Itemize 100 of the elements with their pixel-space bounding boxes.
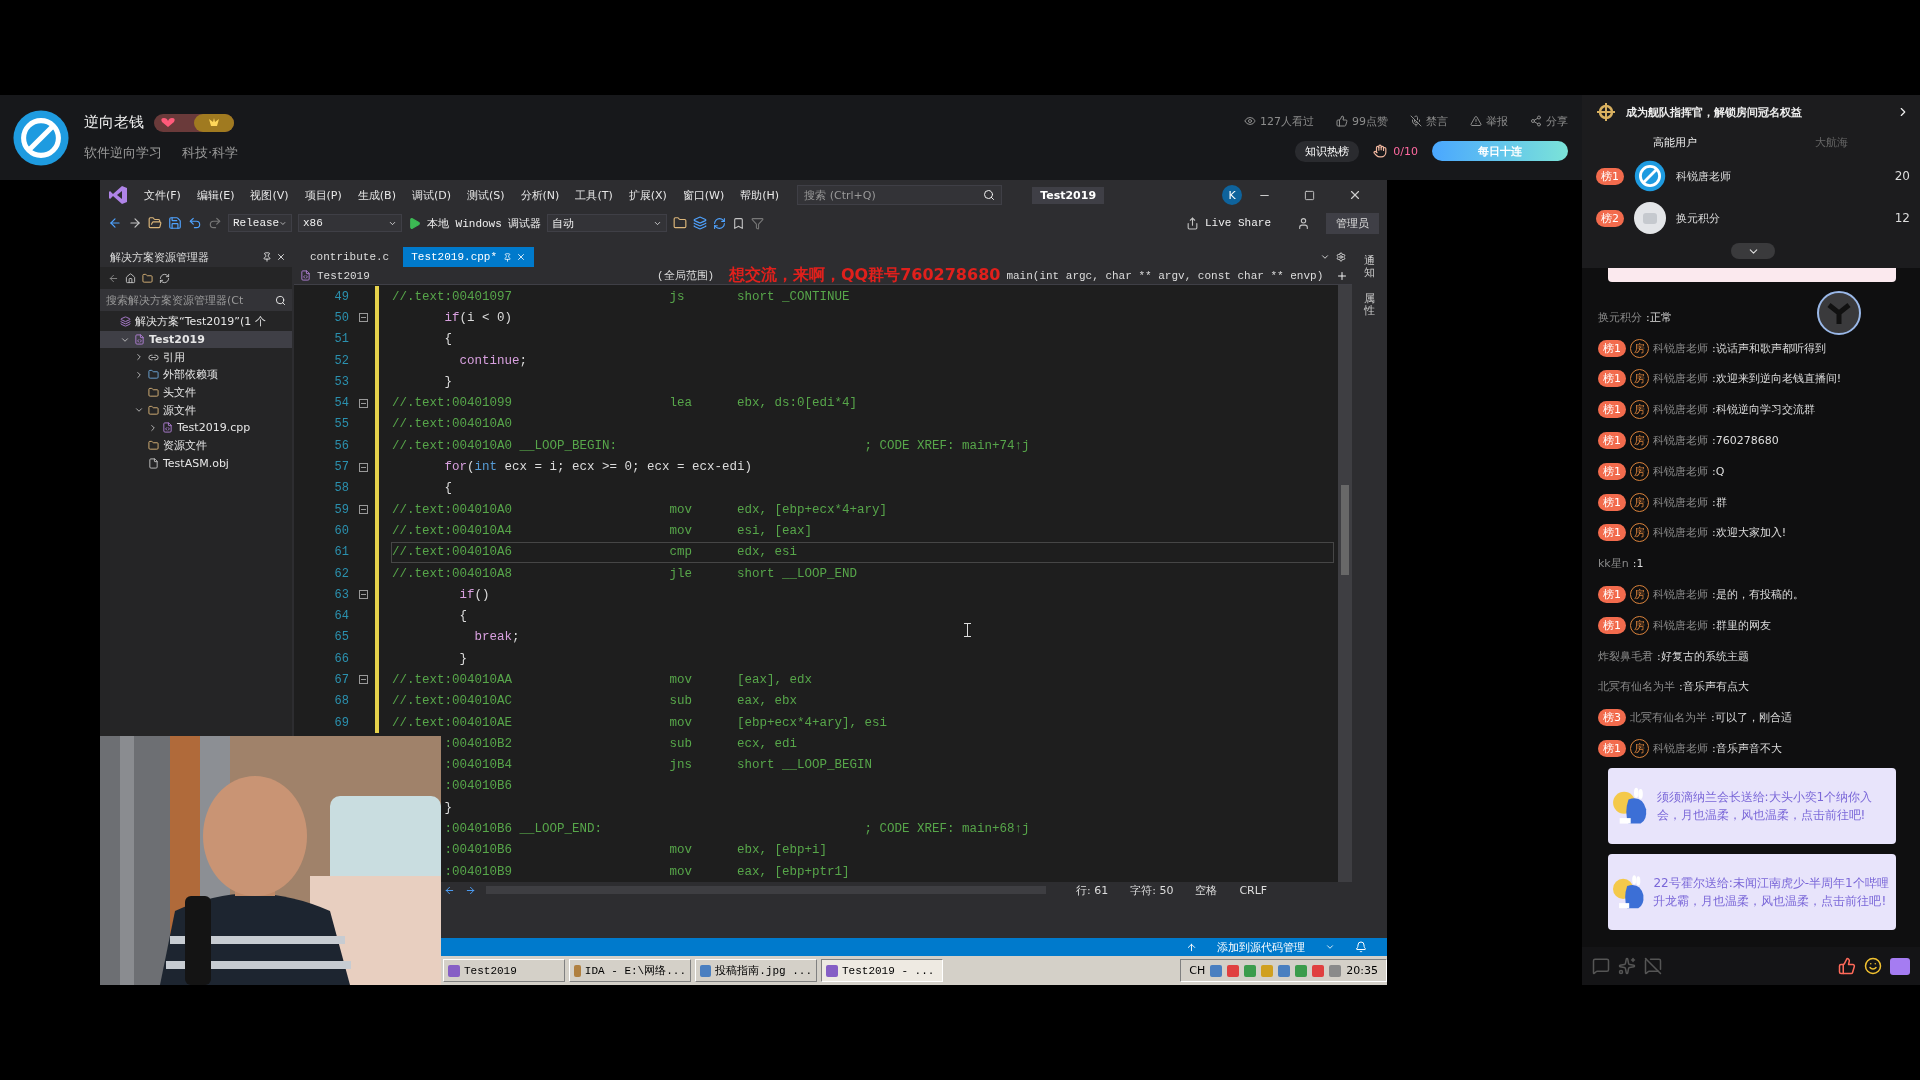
user-name[interactable]: 科锐唐老师 — [1676, 168, 1885, 184]
category-link[interactable]: 软件逆向学习 — [84, 144, 162, 162]
user-name[interactable]: 科锐唐老师 — [1653, 741, 1708, 757]
tray-icon[interactable] — [1210, 964, 1223, 977]
home-icon[interactable] — [125, 272, 136, 284]
fold-icon[interactable] — [359, 675, 368, 685]
fleet-banner[interactable]: 成为舰队指挥官，解锁房间冠名权益 — [1626, 104, 1886, 120]
user-name[interactable]: kk星n — [1598, 556, 1629, 572]
share-icon[interactable] — [1186, 216, 1199, 230]
tree-item[interactable]: Test2019 — [100, 330, 292, 349]
plus-icon[interactable] — [1336, 269, 1348, 282]
tray-icon[interactable] — [1227, 964, 1240, 977]
menu-item[interactable]: 调试(D) — [403, 187, 459, 203]
scope-dropdown[interactable]: (全局范围) — [651, 268, 729, 283]
emoji-icon[interactable] — [1864, 957, 1882, 975]
close-icon[interactable] — [276, 252, 286, 262]
project-dropdown[interactable]: Test2019 — [311, 269, 651, 282]
thumbs-up-icon[interactable] — [1838, 957, 1856, 975]
folder-icon[interactable] — [673, 216, 688, 230]
pin-icon[interactable] — [262, 252, 272, 262]
menu-item[interactable]: 编辑(E) — [188, 187, 243, 203]
tree-item[interactable]: 源文件 — [100, 401, 292, 420]
search-field[interactable]: 搜索 (Ctrl+Q) — [797, 185, 1003, 205]
restore-icon[interactable] — [1304, 189, 1316, 201]
mode-dropdown[interactable]: 自动 — [547, 214, 668, 232]
save-icon[interactable] — [168, 216, 182, 230]
menu-item[interactable]: 扩展(X) — [620, 187, 675, 203]
layers-icon[interactable] — [693, 216, 708, 230]
user-name[interactable]: 科锐唐老师 — [1653, 587, 1708, 603]
person-icon[interactable] — [1297, 216, 1310, 230]
caret-icon[interactable] — [1325, 942, 1335, 952]
menu-item[interactable]: 工具(T) — [567, 187, 621, 203]
fold-icon[interactable] — [359, 590, 368, 600]
user-name[interactable]: 科锐唐老师 — [1653, 525, 1708, 541]
user-name[interactable]: 换元积分 — [1598, 309, 1642, 325]
user-name[interactable]: 北冥有仙名为半 — [1630, 710, 1707, 726]
forward-icon[interactable] — [128, 216, 142, 230]
fold-icon[interactable] — [359, 398, 368, 408]
tree-item[interactable]: TestASM.obj — [100, 454, 292, 473]
debugger-button[interactable]: 本地 Windows 调试器 — [427, 215, 542, 231]
menu-item[interactable]: 帮助(H) — [732, 187, 788, 203]
user-name[interactable]: 科锐唐老师 — [1653, 433, 1708, 449]
menu-item[interactable]: 分析(N) — [512, 187, 568, 203]
user-name[interactable]: 科锐唐老师 — [1653, 340, 1708, 356]
taskbar-button[interactable]: Test2019 - ... — [821, 959, 943, 982]
dropdown-icon[interactable] — [1320, 252, 1330, 262]
taskbar-button[interactable]: 投稿指南.jpg ... — [695, 959, 817, 982]
user-name[interactable]: 炸裂鼻毛君 — [1598, 648, 1653, 664]
fold-icon[interactable] — [359, 313, 368, 323]
category-link[interactable]: 科技·科学 — [182, 144, 239, 162]
bookmark-icon[interactable] — [732, 216, 746, 230]
tray-icon[interactable] — [1278, 964, 1291, 977]
fold-icon[interactable] — [359, 505, 368, 515]
card-icon[interactable] — [1890, 957, 1910, 975]
tree-item[interactable]: Test2019.cpp — [100, 419, 292, 437]
platform-dropdown[interactable]: x86 — [298, 214, 402, 232]
user-name[interactable]: 科锐唐老师 — [1653, 371, 1708, 387]
bell-icon[interactable] — [1355, 941, 1367, 953]
taskbar-button[interactable]: IDA - E:\网络... — [569, 959, 691, 982]
back-icon[interactable] — [444, 884, 455, 896]
panel-tab[interactable]: 高能用户 — [1596, 134, 1753, 150]
gift-card[interactable]: 须须滴纳兰会长送给:大头小奕1个纳你入会，月也温柔，风也温柔，点击前往吧! — [1608, 767, 1896, 844]
chat-icon[interactable] — [1592, 957, 1610, 975]
menu-item[interactable]: 项目(P) — [296, 187, 350, 203]
stat-item[interactable]: 分享 — [1530, 113, 1568, 129]
refresh-icon[interactable] — [713, 216, 727, 230]
menu-item[interactable]: 文件(F) — [136, 187, 189, 203]
hot-rank-chip[interactable]: 知识热榜 — [1295, 140, 1360, 162]
user-name[interactable]: 科锐唐老师 — [1653, 402, 1708, 418]
configuration-dropdown[interactable]: Release — [228, 214, 292, 232]
search-field[interactable]: 搜索解决方案资源管理器(Ct — [100, 289, 292, 311]
menu-item[interactable]: 生成(B) — [349, 187, 404, 203]
open-folder-icon[interactable] — [148, 216, 162, 230]
scrollbar[interactable] — [1338, 285, 1352, 883]
menu-item[interactable]: 视图(V) — [242, 187, 297, 203]
menu-item[interactable]: 窗口(W) — [674, 187, 733, 203]
function-dropdown[interactable]: main(int argc, char ** argv, const char ** envp) — [1006, 269, 1324, 282]
filter-icon[interactable] — [751, 216, 765, 230]
refresh-icon[interactable] — [159, 272, 170, 284]
redo-icon[interactable] — [208, 216, 222, 230]
tree-item[interactable]: 解决方案“Test2019”(1 个 — [100, 313, 292, 331]
user-name[interactable]: 科锐唐老师 — [1653, 617, 1708, 633]
user-name[interactable]: 科锐唐老师 — [1653, 463, 1708, 479]
tree-item[interactable]: 引用 — [100, 348, 292, 367]
tree-item[interactable]: 资源文件 — [100, 436, 292, 455]
back-icon[interactable] — [108, 272, 119, 284]
user-avatar[interactable]: K — [1222, 185, 1243, 205]
side-tab[interactable]: 属性 — [1364, 293, 1375, 318]
undo-icon[interactable] — [188, 216, 202, 230]
user-name[interactable]: 科锐唐老师 — [1653, 494, 1708, 510]
menu-item[interactable]: 测试(S) — [459, 187, 513, 203]
chat-off-icon[interactable] — [1644, 957, 1662, 975]
tray-icon[interactable] — [1312, 964, 1325, 977]
stat-item[interactable]: 举报 — [1470, 113, 1508, 129]
tree-item[interactable]: 外部依赖项 — [100, 366, 292, 384]
back-icon[interactable] — [108, 216, 122, 230]
fold-icon[interactable] — [359, 462, 368, 472]
editor-tab[interactable]: contribute.c — [302, 247, 398, 267]
language-indicator[interactable]: CH — [1189, 964, 1206, 977]
forward-icon[interactable] — [465, 884, 476, 896]
